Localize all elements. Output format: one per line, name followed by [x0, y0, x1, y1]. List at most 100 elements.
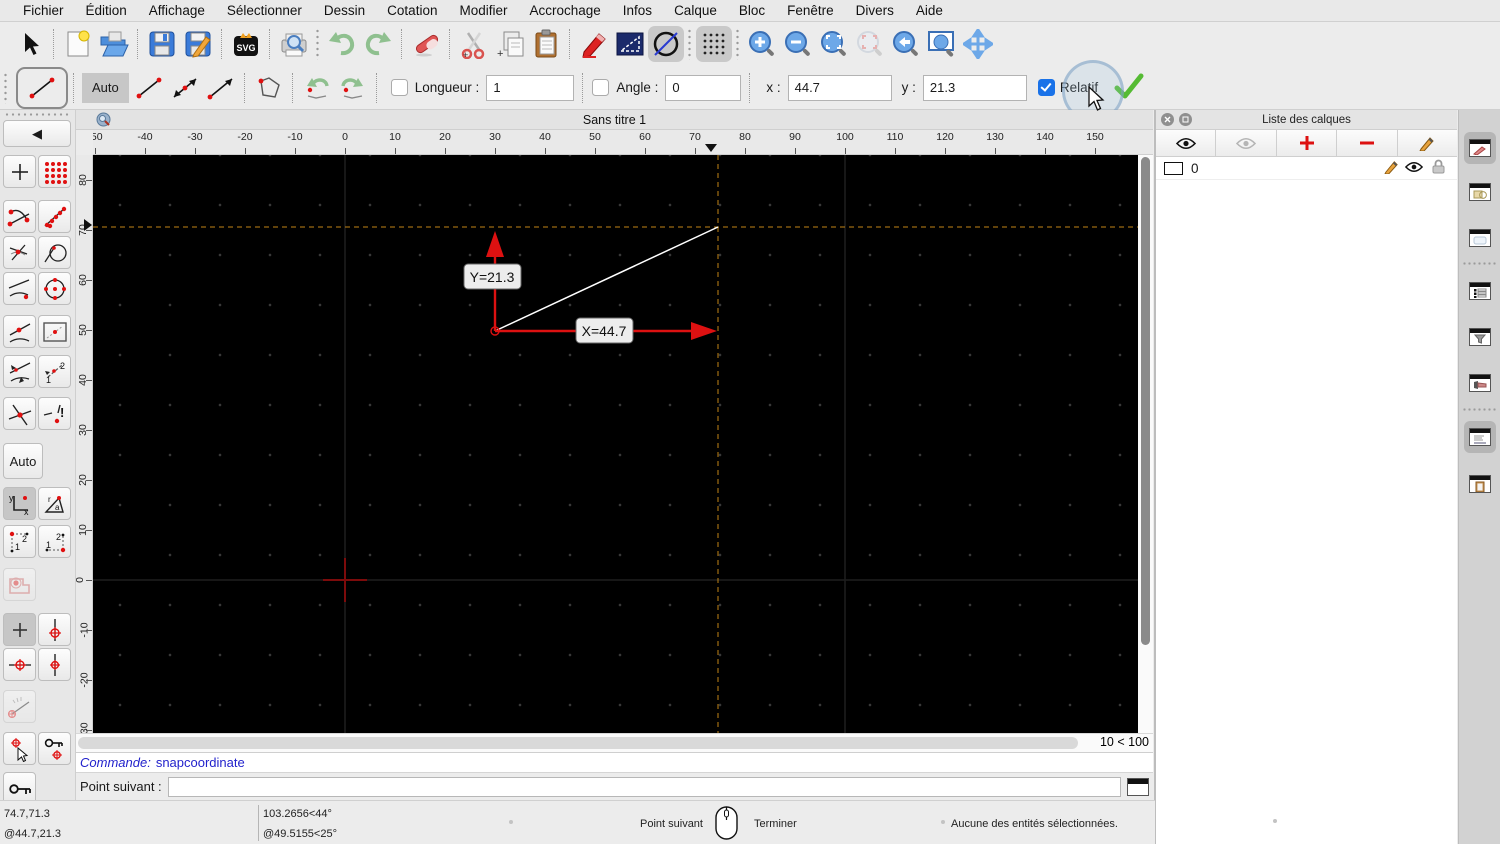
document-tabbar[interactable]: Sans titre 1 — [76, 110, 1153, 130]
lock-relative-zero-button[interactable] — [38, 732, 71, 765]
vertical-scrollbar[interactable] — [1138, 155, 1153, 733]
restrict-orthogonal-button[interactable] — [38, 613, 71, 646]
set-relative-zero-button[interactable] — [3, 732, 36, 765]
dock-command-options-button[interactable] — [1464, 275, 1496, 307]
line-both-directions-button[interactable] — [167, 70, 203, 106]
paste-button[interactable] — [528, 26, 564, 62]
x-field[interactable]: 44.7 — [787, 74, 892, 101]
back-button[interactable]: ◀ — [3, 120, 71, 147]
snap-auto-button[interactable]: Auto — [3, 443, 43, 479]
menu-infos[interactable]: Infos — [612, 3, 663, 18]
toolbar-handle[interactable] — [687, 28, 693, 60]
select-pointer-button[interactable] — [12, 26, 48, 62]
menu-divers[interactable]: Divers — [845, 3, 905, 18]
restrict-vertical-button[interactable] — [38, 648, 71, 681]
snap-intersection-button[interactable] — [3, 397, 36, 430]
export-svg-button[interactable]: SVG — [228, 26, 264, 62]
menu-aide[interactable]: Aide — [905, 3, 954, 18]
zoom-auto-button[interactable] — [816, 26, 852, 62]
add-layer-button[interactable] — [1276, 130, 1338, 156]
line-normal-button[interactable] — [131, 70, 167, 106]
snap-tangent-button[interactable] — [38, 236, 71, 269]
close-polyline-button[interactable] — [251, 70, 287, 106]
new-document-button[interactable] — [60, 26, 96, 62]
snap-intersection-manual-button[interactable]: ! — [38, 397, 71, 430]
horizontal-scrollbar[interactable]: 10 < 100 — [76, 733, 1153, 752]
ortho-mode-button[interactable] — [612, 26, 648, 62]
zoom-in-button[interactable] — [744, 26, 780, 62]
menu-dessin[interactable]: Dessin — [313, 3, 376, 18]
snap-middle-manual-button[interactable] — [3, 568, 36, 601]
grid-toggle-button[interactable] — [696, 26, 732, 62]
zoom-redraw-button[interactable] — [888, 26, 924, 62]
print-preview-button[interactable] — [276, 26, 312, 62]
snap-sequence-button[interactable]: 21 — [38, 355, 71, 388]
zoom-previous-button[interactable] — [852, 26, 888, 62]
restrict-horizontal-button[interactable] — [3, 648, 36, 681]
draft-mode-button[interactable] — [648, 26, 684, 62]
toolbar-handle[interactable] — [3, 71, 9, 104]
close-panel-button[interactable] — [1161, 113, 1174, 126]
layer-lock-button[interactable] — [1432, 159, 1445, 177]
command-input[interactable] — [167, 776, 1121, 797]
layer-edit-button[interactable] — [1384, 159, 1399, 177]
zoom-out-button[interactable] — [780, 26, 816, 62]
float-panel-button[interactable] — [1179, 113, 1192, 126]
line-one-direction-button[interactable] — [203, 70, 239, 106]
angle-checkbox[interactable] — [592, 79, 610, 96]
layers-panel-titlebar[interactable]: Liste des calques — [1156, 110, 1457, 130]
dock-library-browser-button[interactable] — [1464, 222, 1496, 254]
polar-coordinates-button[interactable]: ra — [38, 487, 71, 520]
open-file-button[interactable] — [96, 26, 132, 62]
current-tool-line-button[interactable] — [16, 66, 68, 109]
dock-layer-list-button[interactable] — [1464, 132, 1496, 164]
menu-modifier[interactable]: Modifier — [448, 3, 518, 18]
zoom-pan-button[interactable] — [960, 26, 996, 62]
menu-accrochage[interactable]: Accrochage — [518, 3, 611, 18]
remove-layer-button[interactable] — [1337, 130, 1398, 156]
redo-button[interactable] — [360, 26, 396, 62]
layer-row[interactable]: 0 — [1156, 157, 1457, 180]
apply-coordinates-button[interactable] — [1113, 72, 1145, 103]
snap-distance-button[interactable] — [38, 315, 71, 348]
layer-visibility-button[interactable] — [1404, 161, 1424, 176]
menu-fenetre[interactable]: Fenêtre — [776, 3, 845, 18]
dock-section-button[interactable] — [1464, 367, 1496, 399]
vertical-scrollbar-thumb[interactable] — [1141, 157, 1150, 645]
layer-color-swatch[interactable] — [1164, 161, 1183, 175]
snap-grid-button[interactable] — [38, 155, 71, 188]
undo-segment-button[interactable] — [299, 70, 335, 106]
menu-edition[interactable]: Édition — [75, 3, 138, 18]
y-field[interactable]: 21.3 — [922, 74, 1027, 101]
longueur-checkbox[interactable] — [390, 79, 408, 96]
menu-fichier[interactable]: Fichier — [12, 3, 75, 18]
drawing-canvas[interactable]: Y=21.3 X=44.7 — [93, 155, 1138, 733]
snap-free-button[interactable] — [3, 155, 36, 188]
restrict-entity-button[interactable] — [3, 355, 36, 388]
snap-intersection-auto-button[interactable] — [3, 236, 36, 269]
corner-point-1-button[interactable]: 12 — [3, 525, 36, 558]
menu-calque[interactable]: Calque — [663, 3, 728, 18]
cut-button[interactable]: + — [456, 26, 492, 62]
toolbar-handle[interactable] — [735, 28, 741, 60]
undo-button[interactable] — [324, 26, 360, 62]
longueur-field[interactable]: 1 — [486, 74, 575, 101]
palette-handle[interactable] — [4, 112, 70, 117]
delete-button[interactable] — [408, 26, 444, 62]
relatif-checkbox[interactable] — [1037, 79, 1055, 96]
edit-layer-button[interactable] — [1397, 130, 1458, 156]
restrict-nothing-button[interactable] — [3, 613, 36, 646]
corner-point-2-button[interactable]: 12 — [38, 525, 71, 558]
save-as-button[interactable] — [180, 26, 216, 62]
snap-endpoint-button[interactable] — [3, 200, 36, 233]
dock-block-list-button[interactable] — [1464, 176, 1496, 208]
snap-center-button[interactable] — [38, 272, 71, 305]
save-button[interactable] — [144, 26, 180, 62]
snap-middle-button[interactable] — [3, 315, 36, 348]
edit-entity-button[interactable] — [576, 26, 612, 62]
toggle-command-widget-button[interactable] — [1127, 777, 1149, 796]
angle-field[interactable]: 0 — [665, 74, 742, 101]
zoom-window-button[interactable] — [924, 26, 960, 62]
snap-nearest-button[interactable] — [3, 272, 36, 305]
dock-command-line-button[interactable] — [1464, 421, 1496, 453]
